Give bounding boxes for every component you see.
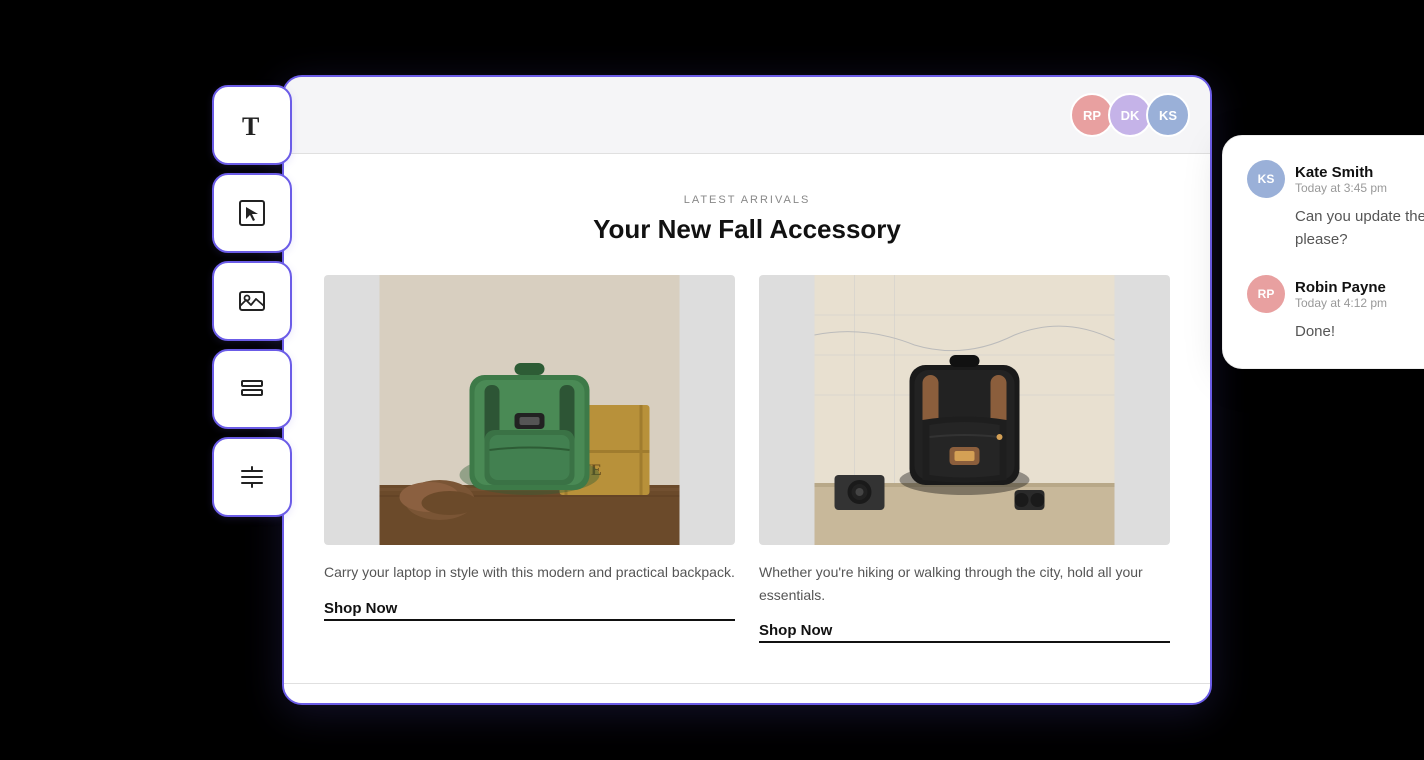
chat-avatar-rp: RP — [1247, 275, 1285, 313]
product-image-1: NE — [324, 275, 735, 545]
align-icon — [236, 461, 268, 493]
section-label: LATEST ARRIVALS — [324, 194, 1170, 206]
text-tool-button[interactable]: T — [212, 85, 292, 165]
editor-footer — [284, 683, 1210, 703]
chat-message-1: KS Kate Smith Today at 3:45 pm Can you u… — [1247, 160, 1424, 251]
image-icon — [236, 285, 268, 317]
section-title: Your New Fall Accessory — [324, 214, 1170, 245]
backpack-2-illustration — [759, 275, 1170, 545]
chat-time-2: Today at 4:12 pm — [1295, 296, 1387, 310]
avatar-group: RP DK KS — [1070, 93, 1190, 137]
chat-text-2: Done! — [1295, 321, 1424, 344]
chat-sender-2: Robin Payne — [1295, 279, 1387, 296]
product-2-description: Whether you're hiking or walking through… — [759, 561, 1170, 606]
product-1-shop-now-link[interactable]: Shop Now — [324, 600, 735, 621]
backpack-1-illustration: NE — [324, 275, 735, 545]
select-icon — [236, 197, 268, 229]
image-tool-button[interactable] — [212, 261, 292, 341]
layout-tool-button[interactable] — [212, 349, 292, 429]
svg-text:T: T — [242, 112, 259, 141]
align-tool-button[interactable] — [212, 437, 292, 517]
select-tool-button[interactable] — [212, 173, 292, 253]
product-2-shop-now-link[interactable]: Shop Now — [759, 622, 1170, 643]
toolbar: T — [212, 75, 292, 527]
product-card-2: Whether you're hiking or walking through… — [759, 275, 1170, 643]
chat-meta-2: Robin Payne Today at 4:12 pm — [1295, 279, 1387, 310]
product-card-1: NE — [324, 275, 735, 643]
product-1-description: Carry your laptop in style with this mod… — [324, 561, 735, 583]
chat-header-1: KS Kate Smith Today at 3:45 pm — [1247, 160, 1424, 198]
chat-avatar-ks: KS — [1247, 160, 1285, 198]
editor-header: RP DK KS — [284, 77, 1210, 154]
products-grid: NE — [324, 275, 1170, 643]
chat-sender-1: Kate Smith — [1295, 164, 1387, 181]
editor-panel: RP DK KS LATEST ARRIVALS Your New Fall A… — [282, 75, 1212, 705]
chat-meta-1: Kate Smith Today at 3:45 pm — [1295, 164, 1387, 195]
product-image-2 — [759, 275, 1170, 545]
chat-time-1: Today at 3:45 pm — [1295, 181, 1387, 195]
chat-message-2: RP Robin Payne Today at 4:12 pm Done! — [1247, 275, 1424, 344]
editor-content: LATEST ARRIVALS Your New Fall Accessory — [284, 154, 1210, 683]
layout-icon — [236, 373, 268, 405]
text-icon: T — [236, 109, 268, 141]
avatar-ks[interactable]: KS — [1146, 93, 1190, 137]
chat-text-1: Can you update the wording please? — [1295, 206, 1424, 251]
chat-header-2: RP Robin Payne Today at 4:12 pm — [1247, 275, 1424, 313]
chat-panel: KS Kate Smith Today at 3:45 pm Can you u… — [1222, 135, 1424, 369]
